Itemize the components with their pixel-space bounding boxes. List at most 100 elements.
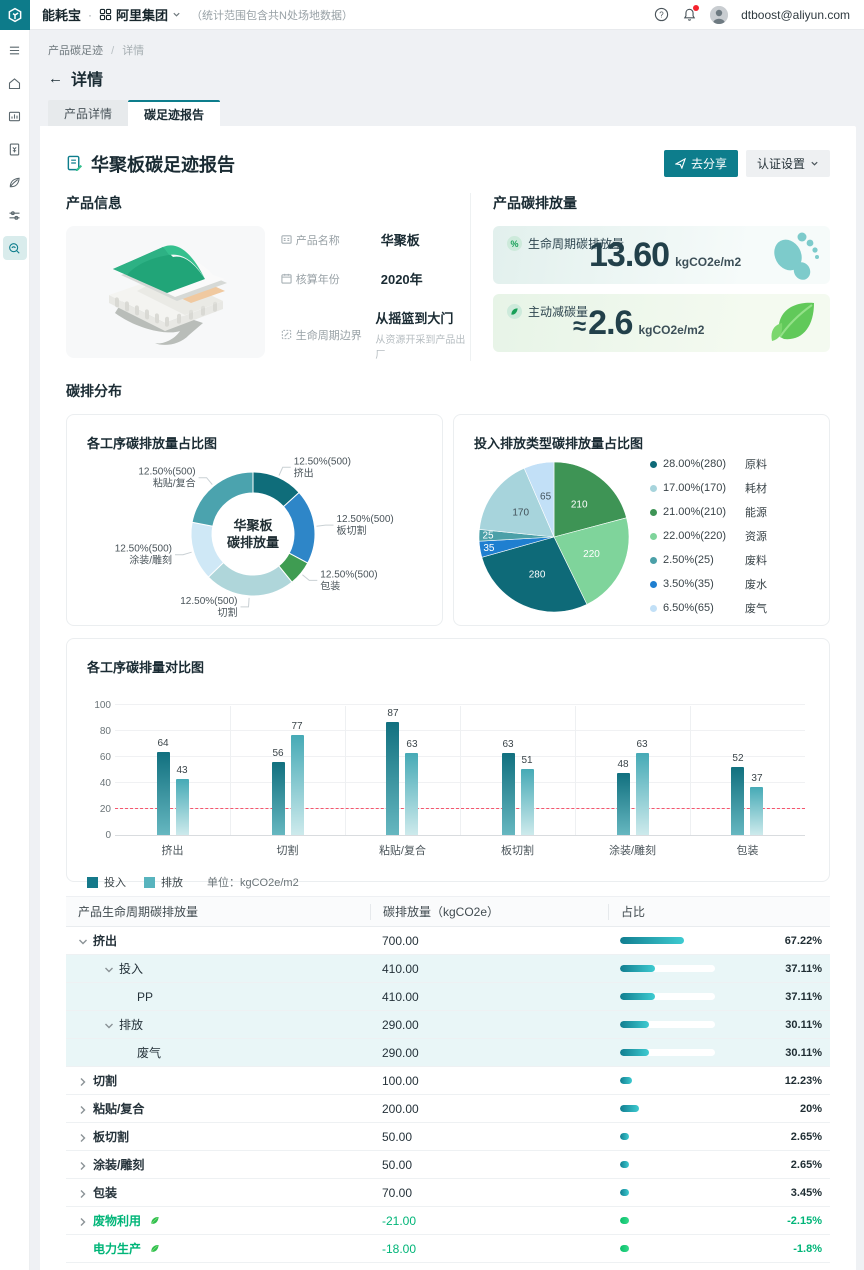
- y-axis-tick: 80: [87, 726, 111, 737]
- table-row-挤出[interactable]: 挤出700.0067.22%: [66, 927, 830, 955]
- bar-投入-切割[interactable]: [272, 762, 285, 835]
- sidebar-item-search[interactable]: [3, 236, 27, 260]
- legend-dot: [650, 461, 657, 468]
- bar-投入-粘贴/复合[interactable]: [386, 722, 399, 835]
- bar-排放-粘贴/复合[interactable]: [405, 753, 418, 835]
- bar-排放-包装[interactable]: [750, 787, 763, 835]
- bar-value-label: 77: [284, 721, 310, 732]
- legend-dot: [650, 557, 657, 564]
- sidebar-item-settings[interactable]: [3, 203, 27, 227]
- legend-label-output[interactable]: 排放: [161, 874, 183, 890]
- share-bar: [620, 1217, 715, 1224]
- donut-label: 12.50%(500): [115, 544, 172, 555]
- expand-chevron-icon[interactable]: [104, 1020, 114, 1030]
- notification-bell-icon[interactable]: [682, 7, 697, 22]
- expand-chevron-icon[interactable]: [104, 964, 114, 974]
- avatar[interactable]: [710, 6, 728, 24]
- table-row-包装[interactable]: 包装70.003.45%: [66, 1179, 830, 1207]
- expand-chevron-icon[interactable]: [78, 1216, 88, 1226]
- tab-bar: 产品详情 碳足迹报告: [48, 100, 856, 126]
- topbar: 能耗宝 · 阿里集团 （统计范围包含共N处场地数据） ? dtboost@ali…: [0, 0, 864, 30]
- table-row-废物利用[interactable]: 废物利用-21.00-2.15%: [66, 1207, 830, 1235]
- expand-chevron-icon[interactable]: [78, 1076, 88, 1086]
- reduction-card: 主动减碳量 ≈ 2.6 kgCO2e/m2: [493, 294, 830, 352]
- pie-value-label: 170: [512, 508, 529, 519]
- back-arrow-icon[interactable]: ←: [48, 71, 63, 86]
- main-content: 产品碳足迹 / 详情 ← 详情 产品详情 碳足迹报告 华聚板碳足迹报告 去分享: [30, 30, 864, 1270]
- bar-排放-挤出[interactable]: [176, 779, 189, 835]
- sidebar-item-menu[interactable]: [3, 38, 27, 62]
- share-button[interactable]: 去分享: [664, 150, 738, 177]
- green-leaf-icon: [149, 1243, 160, 1254]
- row-emission-value: 290.00: [370, 1046, 608, 1060]
- row-share-percent: 30.11%: [785, 1047, 830, 1059]
- bar-投入-包装[interactable]: [731, 767, 744, 835]
- pie-legend-item-资源[interactable]: 22.00%(220)资源: [650, 528, 767, 544]
- field-product-name: 产品名称 华聚板: [281, 230, 470, 249]
- table-row-废气[interactable]: 废气290.0030.11%: [66, 1039, 830, 1067]
- bar-排放-板切割[interactable]: [521, 769, 534, 835]
- tab-product-detail[interactable]: 产品详情: [48, 100, 128, 126]
- legend-label-input[interactable]: 投入: [104, 874, 126, 890]
- table-row-切割[interactable]: 切割100.0012.23%: [66, 1067, 830, 1095]
- pie-legend-item-原料[interactable]: 28.00%(280)原料: [650, 456, 767, 472]
- row-emission-value: -21.00: [370, 1214, 608, 1228]
- bar-排放-涂装/雕刻[interactable]: [636, 753, 649, 835]
- legend-swatch-output[interactable]: [144, 877, 155, 888]
- sidebar-item-carbon[interactable]: [3, 170, 27, 194]
- breadcrumb-separator: /: [111, 45, 114, 57]
- app-logo-icon[interactable]: [0, 0, 30, 30]
- svg-text:切割: 切割: [218, 606, 238, 619]
- expand-chevron-icon[interactable]: [78, 1160, 88, 1170]
- sidebar-item-home[interactable]: [3, 71, 27, 95]
- pie-legend-item-废料[interactable]: 2.50%(25)废料: [650, 552, 767, 568]
- pie-legend-item-能源[interactable]: 21.00%(210)能源: [650, 504, 767, 520]
- distribution-title: 碳排分布: [66, 381, 830, 401]
- sidebar-item-billing[interactable]: [3, 137, 27, 161]
- table-row-粘贴/复合[interactable]: 粘贴/复合200.0020%: [66, 1095, 830, 1123]
- table-row-板切割[interactable]: 板切割50.002.65%: [66, 1123, 830, 1151]
- donut-slice-切割[interactable]: [208, 563, 292, 597]
- bar-投入-板切割[interactable]: [502, 753, 515, 835]
- org-icon: [99, 8, 112, 21]
- app-name: 能耗宝: [42, 5, 81, 24]
- sidebar-item-dashboard[interactable]: [3, 104, 27, 128]
- breadcrumb-parent[interactable]: 产品碳足迹: [48, 45, 103, 57]
- table-row-涂装/雕刻[interactable]: 涂装/雕刻50.002.65%: [66, 1151, 830, 1179]
- bar-投入-挤出[interactable]: [157, 752, 170, 835]
- table-row-PP[interactable]: PP410.0037.11%: [66, 983, 830, 1011]
- table-row-电力生产[interactable]: 电力生产-18.00-1.8%: [66, 1235, 830, 1263]
- legend-swatch-input[interactable]: [87, 877, 98, 888]
- screen: 能耗宝 · 阿里集团 （统计范围包含共N处场地数据） ? dtboost@ali…: [0, 0, 864, 1270]
- table-row-排放[interactable]: 排放290.0030.11%: [66, 1011, 830, 1039]
- bar-value-label: 37: [744, 773, 770, 784]
- bar-排放-切割[interactable]: [291, 735, 304, 835]
- user-email[interactable]: dtboost@aliyun.com: [741, 8, 850, 22]
- bar-投入-涂装/雕刻[interactable]: [617, 773, 630, 835]
- product-info-title: 产品信息: [66, 193, 470, 213]
- donut-slice-板切割[interactable]: [284, 493, 315, 564]
- svg-text:粘贴/复合: 粘贴/复合: [153, 477, 196, 490]
- bar-value-label: 48: [610, 759, 636, 770]
- unit-note: 单位：kgCO2e/m2: [207, 874, 299, 890]
- row-emission-value: 700.00: [370, 934, 608, 948]
- org-selector[interactable]: 阿里集团: [99, 5, 181, 24]
- expand-chevron-icon[interactable]: [78, 1132, 88, 1142]
- pie-legend-item-废气[interactable]: 6.50%(65)废气: [650, 600, 767, 616]
- row-name: 包装: [93, 1184, 117, 1201]
- legend-dot: [650, 605, 657, 612]
- pie-value-label: 25: [482, 531, 494, 542]
- expand-chevron-icon[interactable]: [78, 1104, 88, 1114]
- tab-footprint-report[interactable]: 碳足迹报告: [128, 100, 220, 126]
- field-lifecycle-boundary: 生命周期边界 从摇篮到大门从资源开采到产品出厂: [281, 308, 470, 361]
- expand-chevron-icon[interactable]: [78, 1188, 88, 1198]
- carbon-icon: [7, 175, 22, 190]
- cert-settings-button[interactable]: 认证设置: [746, 150, 830, 177]
- pie-chart-title: 投入排放类型碳排放量占比图: [474, 433, 809, 452]
- pie-legend-item-耗材[interactable]: 17.00%(170)耗材: [650, 480, 767, 496]
- expand-chevron-icon[interactable]: [78, 936, 88, 946]
- pie-legend-item-废水[interactable]: 3.50%(35)废水: [650, 576, 767, 592]
- table-row-投入[interactable]: 投入410.0037.11%: [66, 955, 830, 983]
- svg-text:板切割: 板切割: [337, 524, 367, 537]
- help-icon[interactable]: ?: [654, 7, 669, 22]
